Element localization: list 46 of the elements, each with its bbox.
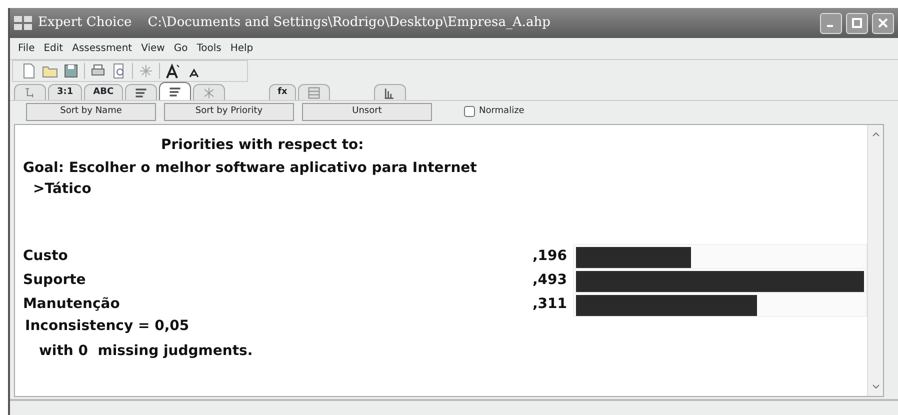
window-title: Expert Choice: [38, 14, 132, 32]
increase-font-icon[interactable]: [165, 63, 181, 79]
grid-icon: [307, 86, 322, 100]
tab[interactable]: [158, 82, 191, 100]
bars-icon: [168, 84, 182, 98]
minimize-button[interactable]: [820, 12, 842, 34]
sort-button[interactable]: Unsort: [302, 102, 432, 120]
menu-item[interactable]: Edit: [44, 41, 64, 56]
tab[interactable]: fx: [268, 84, 296, 100]
menu-item[interactable]: View: [141, 41, 165, 56]
maximize-button[interactable]: [846, 12, 868, 34]
sort-button[interactable]: Sort by Name: [26, 102, 156, 120]
menu-item[interactable]: Go: [174, 41, 188, 56]
file-path: C:\Documents and Settings\Rodrigo\Desktop\Empresa_A.ahp: [148, 14, 550, 32]
close-button[interactable]: [872, 12, 894, 34]
tab[interactable]: 3:1: [48, 84, 82, 100]
checkbox-label[interactable]: Normalize: [479, 104, 524, 118]
menu-item[interactable]: File: [18, 41, 35, 56]
node-path: >Tático: [33, 180, 92, 199]
tab[interactable]: ABC: [84, 84, 123, 100]
priority-value: ,196: [531, 246, 567, 266]
report-heading: Priorities with respect to:: [161, 136, 365, 155]
menu-item[interactable]: Assessment: [72, 41, 132, 56]
priority-value: ,311: [531, 294, 567, 314]
sort-button[interactable]: Sort by Priority: [164, 102, 294, 120]
criterion-name: Custo: [23, 246, 69, 266]
criterion-name: Suporte: [23, 270, 87, 290]
criterion-name: Manutenção: [23, 294, 121, 314]
missing-judgments-text: with 0 missing judgments.: [39, 342, 253, 361]
priority-value: ,493: [531, 270, 567, 290]
bars-icon: [134, 86, 148, 100]
scrollbar[interactable]: [867, 125, 883, 396]
inconsistency-text: Inconsistency = 0,05: [25, 317, 190, 336]
tab[interactable]: [124, 84, 157, 100]
app-logo-icon: [14, 16, 32, 30]
save-icon[interactable]: [63, 63, 79, 79]
normalize-checkbox[interactable]: [464, 106, 475, 117]
menu-item[interactable]: Tools: [196, 41, 222, 56]
sparkle-icon: [202, 86, 216, 100]
maximize-icon: [852, 18, 862, 28]
goal-text: Goal: Escolher o melhor software aplicativo para Internet: [23, 159, 477, 178]
sparkle-icon[interactable]: [138, 63, 154, 79]
menu-item[interactable]: Help: [230, 41, 254, 56]
tab[interactable]: [374, 84, 406, 100]
new-file-icon[interactable]: [21, 63, 37, 79]
close-icon: [878, 18, 888, 28]
